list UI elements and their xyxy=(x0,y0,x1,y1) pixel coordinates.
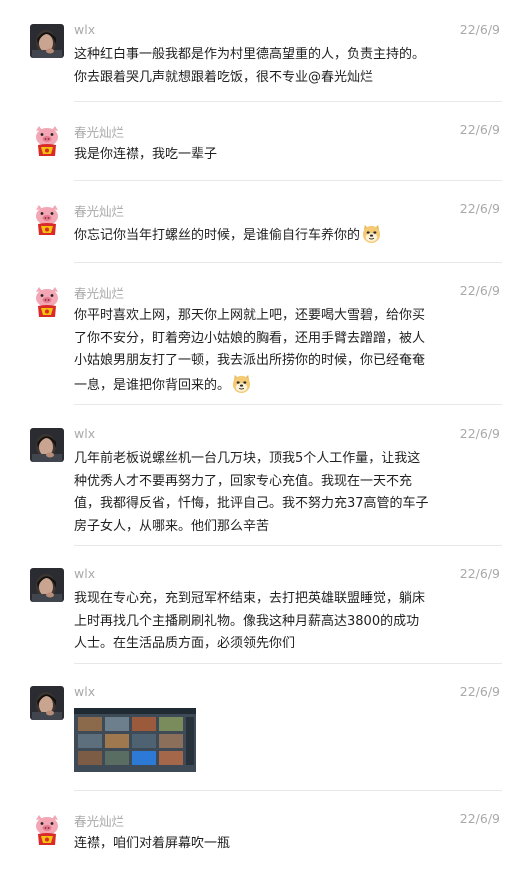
sender-name[interactable]: wlx xyxy=(74,566,95,581)
avatar[interactable] xyxy=(30,124,64,158)
pig-mascot-icon xyxy=(30,813,64,847)
message-text: 我现在专心充，充到冠军杯结束，去打把英雄联盟睡觉，躺床上时再找几个主播刷刷礼物。… xyxy=(74,591,426,651)
message-text: 我是你连襟，我吃一辈子 xyxy=(74,147,218,162)
sender-name[interactable]: wlx xyxy=(74,426,95,441)
message-text-container: 你平时喜欢上网，那天你上网就上吧，还要喝大雪碧，给你买了你不安分，盯着旁边小姑娘… xyxy=(74,305,430,397)
sender-name[interactable]: 春光灿烂 xyxy=(74,811,124,830)
divider xyxy=(74,663,502,664)
divider xyxy=(74,101,502,102)
sender-name[interactable]: 春光灿烂 xyxy=(74,122,124,141)
pig-mascot-icon xyxy=(30,124,64,158)
divider xyxy=(74,404,502,405)
pig-mascot-icon xyxy=(30,285,64,319)
message-text-container: 你忘记你当年打螺丝的时候，是谁偷自行车养你的 xyxy=(74,223,430,248)
sender-name[interactable]: 春光灿烂 xyxy=(74,201,124,220)
avatar[interactable] xyxy=(30,285,64,319)
message-text: 这种红白事一般我都是作为村里德高望重的人，负责主持的。你去跟着哭几声就想跟着吃饭… xyxy=(74,47,426,85)
divider xyxy=(74,180,502,181)
person-photo-icon xyxy=(30,686,64,720)
message-text: 连襟，咱们对着屏幕吹一瓶 xyxy=(74,836,231,851)
avatar[interactable] xyxy=(30,686,64,720)
message-date: 22/6/9 xyxy=(459,283,500,298)
divider xyxy=(74,545,502,546)
message-date: 22/6/9 xyxy=(459,122,500,137)
message-date: 22/6/9 xyxy=(459,201,500,216)
sender-name[interactable]: wlx xyxy=(74,684,95,699)
doge-emoji-icon xyxy=(231,373,252,394)
message-text: 几年前老板说螺丝机一台几万块，顶我5个人工作量，让我这种优秀人才不要再努力了，回… xyxy=(74,451,429,534)
sender-name[interactable]: wlx xyxy=(74,22,95,37)
message-date: 22/6/9 xyxy=(459,684,500,699)
doge-emoji-icon xyxy=(361,223,382,244)
person-photo-icon xyxy=(30,24,64,58)
avatar[interactable] xyxy=(30,428,64,462)
divider xyxy=(74,262,502,263)
avatar[interactable] xyxy=(30,568,64,602)
divider xyxy=(74,790,502,791)
game-screenshot-thumbnail[interactable] xyxy=(74,708,196,772)
person-photo-icon xyxy=(30,568,64,602)
game-screenshot-image xyxy=(74,708,196,772)
message-date: 22/6/9 xyxy=(459,811,500,826)
avatar[interactable] xyxy=(30,813,64,847)
message-text: 你忘记你当年打螺丝的时候，是谁偷自行车养你的 xyxy=(74,228,361,243)
person-photo-icon xyxy=(30,428,64,462)
pig-mascot-icon xyxy=(30,203,64,237)
message-date: 22/6/9 xyxy=(459,426,500,441)
message-date: 22/6/9 xyxy=(459,566,500,581)
avatar[interactable] xyxy=(30,203,64,237)
avatar[interactable] xyxy=(30,24,64,58)
message-date: 22/6/9 xyxy=(459,22,500,37)
sender-name[interactable]: 春光灿烂 xyxy=(74,283,124,302)
